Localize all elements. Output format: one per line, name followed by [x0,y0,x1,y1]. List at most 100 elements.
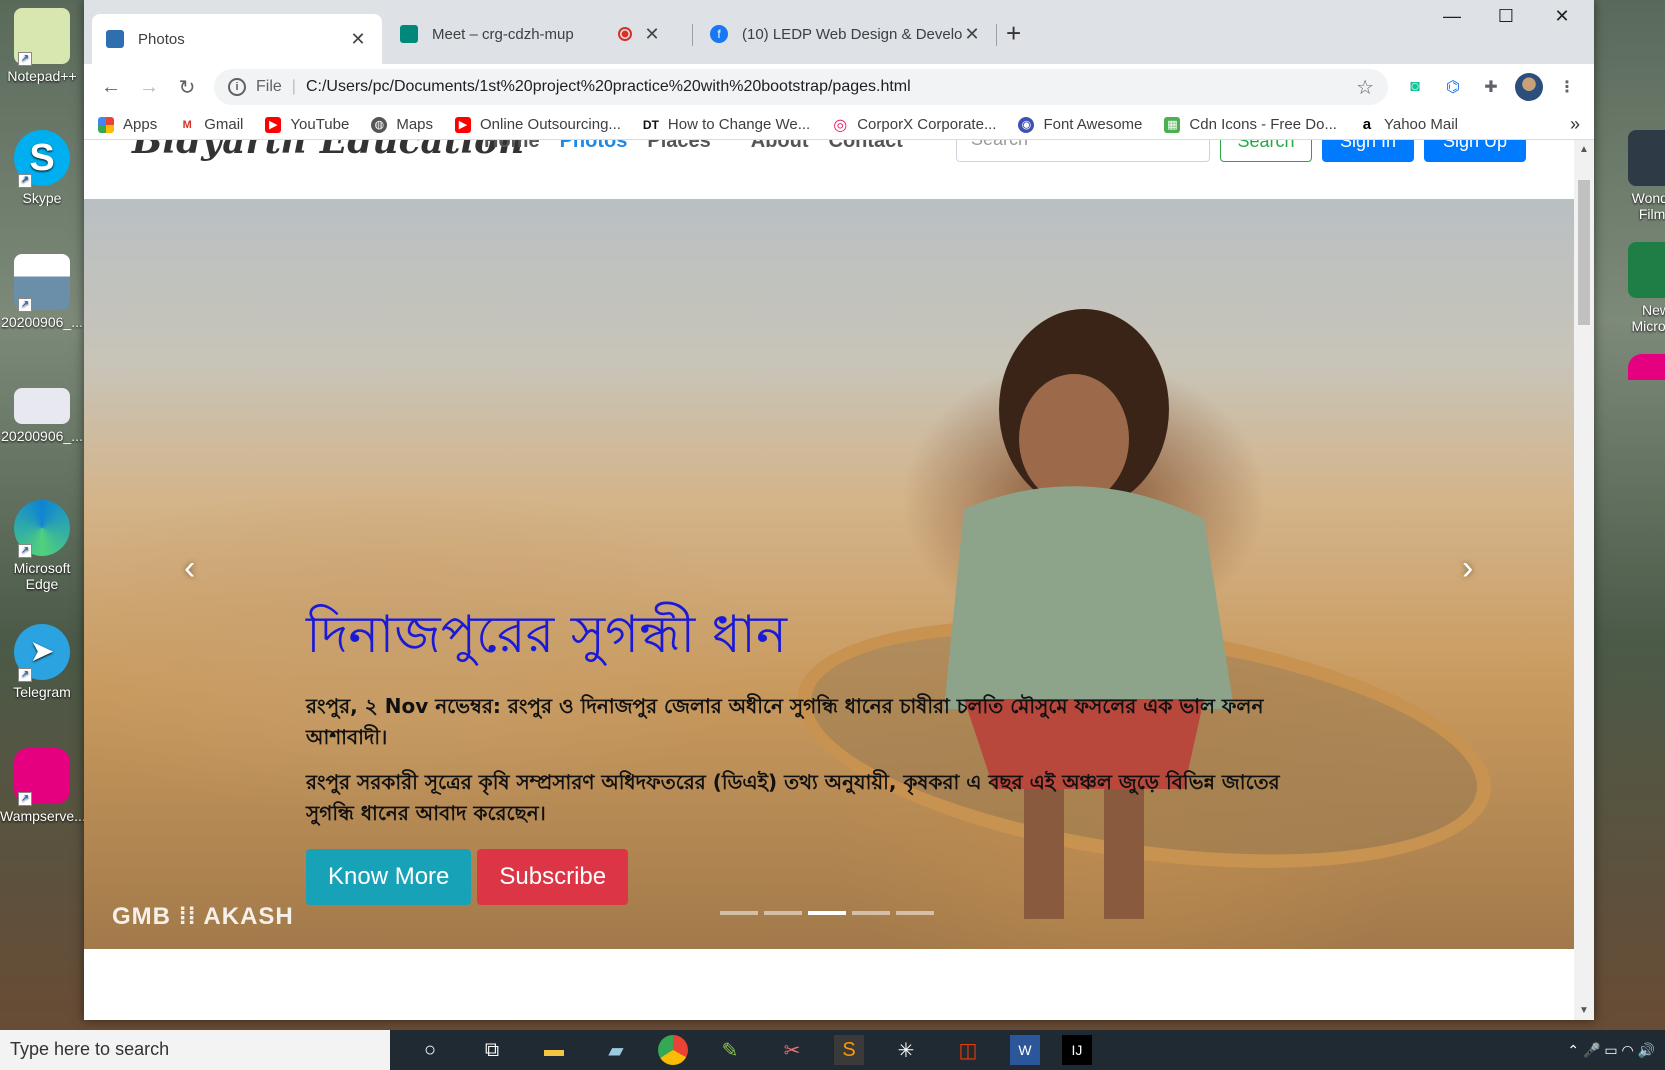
close-tab-icon[interactable]: ✕ [642,24,662,45]
bookmarks-overflow-icon[interactable]: » [1570,114,1580,135]
snipping-tool-icon[interactable]: ✂ [772,1032,812,1068]
extensions-puzzle-icon[interactable]: ✚ [1475,74,1507,100]
corporx-icon: ◎ [832,116,849,134]
nav-places[interactable]: Places [647,140,710,153]
bookmark-gmail[interactable]: M Gmail [179,116,243,133]
tab-separator [996,24,997,46]
grammarly-extension-icon[interactable]: ◙ [1399,74,1431,100]
desktop-icon-wamp-right[interactable]: wampse [1611,354,1665,380]
carousel-next-icon[interactable]: › [1462,549,1473,588]
excel-file-icon [1628,242,1665,298]
sign-in-button[interactable]: Sign In [1322,140,1414,162]
site-navbar: Bidyarth Education Home Photos Places Ab… [84,140,1574,190]
forward-icon[interactable]: → [130,76,168,99]
github-extension-icon[interactable]: ⌬ [1437,74,1469,100]
url-text[interactable]: C:/Users/pc/Documents/1st%20project%20pr… [306,78,1356,96]
wamp-icon [1628,354,1665,380]
desktop-icon-photo-1[interactable]: ↗ 20200906_... [0,254,84,330]
scroll-down-icon[interactable]: ▼ [1579,1005,1589,1016]
chrome-icon[interactable] [658,1035,688,1065]
recording-icon [618,27,632,41]
cortana-icon[interactable]: ○ [410,1032,450,1068]
bookmark-star-icon[interactable]: ☆ [1356,75,1374,100]
scrollbar-thumb[interactable] [1578,180,1590,325]
browser-toolbar: ← → ↻ i File | C:/Users/pc/Documents/1st… [84,64,1594,110]
carousel-indicator-active[interactable] [808,911,846,915]
profile-avatar[interactable] [1513,73,1545,101]
facebook-favicon-icon: f [710,25,728,43]
sublime-text-icon[interactable]: S [834,1035,864,1065]
carousel-paragraph-1: রংপুর, ২ Nov নভেম্বর: রংপুর ও দিনাজপুর জ… [306,694,1264,749]
bookmark-maps[interactable]: ◍ Maps [371,116,433,133]
taskbar-icons: ○ ⧉ ▬ ▰ ✎ ✂ S ✳ ◫ W IJ [410,1032,1092,1068]
carousel-indicator[interactable] [896,911,934,915]
desktop-icon-excel[interactable]: New Microso [1611,242,1665,334]
scroll-up-icon[interactable]: ▲ [1579,144,1589,155]
desktop-icon-notepad-plus[interactable]: ↗ Notepad++ [0,8,84,84]
info-icon[interactable]: i [228,78,246,96]
notepad-plus-taskbar-icon[interactable]: ✎ [710,1032,750,1068]
carousel-indicator[interactable] [720,911,758,915]
desktop-icon-photo-2[interactable]: 20200906_... [0,388,84,444]
taskbar: Type here to search ○ ⧉ ▬ ▰ ✎ ✂ S ✳ ◫ W … [0,1030,1665,1070]
carousel-indicator[interactable] [852,911,890,915]
taskbar-search-input[interactable]: Type here to search [0,1030,390,1070]
desktop-icon-skype[interactable]: S ↗ Skype [0,130,84,206]
desktop-icon-edge[interactable]: ↗ Microsoft Edge [0,500,84,592]
back-icon[interactable]: ← [92,76,130,99]
page-scrollbar[interactable]: ▲ ▼ [1574,140,1594,1020]
desktop-icon-wamp[interactable]: ↗ Wampserve... [0,748,84,824]
reload-icon[interactable]: ↻ [168,75,206,100]
youtube-icon: ▶ [455,116,472,133]
file-explorer-icon[interactable]: ▬ [534,1032,574,1068]
cursor-app-icon[interactable]: ✳ [886,1032,926,1068]
desktop-icon-telegram[interactable]: ➤ ↗ Telegram [0,624,84,700]
carousel-indicator[interactable] [764,911,802,915]
sign-up-button[interactable]: Sign Up [1424,140,1526,162]
office-icon[interactable]: ◫ [948,1032,988,1068]
address-bar[interactable]: i File | C:/Users/pc/Documents/1st%20pro… [214,69,1388,105]
desktop-icon-wondershare[interactable]: Wonder Filmo [1611,130,1665,222]
new-tab-button[interactable]: + [1006,18,1021,49]
telegram-icon: ➤ ↗ [14,624,70,682]
bookmark-youtube[interactable]: ▶ YouTube [265,116,349,133]
site-brand[interactable]: Bidyarth Education [132,140,524,162]
tab-ledp[interactable]: f (10) LEDP Web Design & Develop ✕ [696,14,996,54]
bookmark-how-to-change[interactable]: DT How to Change We... [642,116,810,133]
bookmark-apps[interactable]: Apps [98,116,157,133]
minimize-button[interactable]: — [1432,6,1472,27]
tab-meet[interactable]: Meet – crg-cdzh-mup ✕ [386,14,676,54]
carousel-prev-icon[interactable]: ‹ [184,549,195,588]
intellij-icon[interactable]: IJ [1062,1035,1092,1065]
nav-photos[interactable]: Photos [560,140,628,153]
nav-about[interactable]: About [751,140,809,153]
system-tray[interactable]: ⌃ 🎤 ▭ ◠ 🔊 [1567,1042,1665,1059]
notepad-taskbar-icon[interactable]: ▰ [596,1032,636,1068]
photo-file-icon [14,388,70,424]
site-search-input[interactable]: Search [956,140,1210,162]
word-icon[interactable]: W [1010,1035,1040,1065]
menu-kebab-icon[interactable]: ⋮ [1551,74,1583,100]
close-tab-icon[interactable]: ✕ [962,24,982,45]
close-tab-icon[interactable]: ✕ [348,29,368,50]
meet-favicon-icon [400,25,418,43]
close-window-button[interactable]: ✕ [1542,6,1582,27]
bookmark-cdn-icons[interactable]: ▦ Cdn Icons - Free Do... [1164,116,1337,133]
carousel-title: দিনাজপুরের সুগন্ধী ধান [306,605,788,665]
know-more-button[interactable]: Know More [306,849,472,905]
bookmark-online-outsourcing[interactable]: ▶ Online Outsourcing... [455,116,621,133]
gmail-icon: M [179,116,196,133]
nav-home[interactable]: Home [484,140,540,153]
tab-photos[interactable]: Photos ✕ [92,14,382,64]
site-nav-links: Home Photos Places About Contact [484,140,903,153]
bookmark-corporx[interactable]: ◎ CorporX Corporate... [832,116,996,134]
maximize-button[interactable]: ☐ [1486,6,1526,27]
site-search-button[interactable]: Search [1220,140,1312,162]
wamp-icon: ↗ [14,748,70,806]
dt-logo-icon: DT [642,116,659,133]
bookmark-font-awesome[interactable]: ◉ Font Awesome [1018,116,1142,133]
bookmark-yahoo-mail[interactable]: a Yahoo Mail [1358,116,1458,133]
subscribe-button[interactable]: Subscribe [477,849,629,905]
nav-contact[interactable]: Contact [829,140,903,153]
task-view-icon[interactable]: ⧉ [472,1032,512,1068]
